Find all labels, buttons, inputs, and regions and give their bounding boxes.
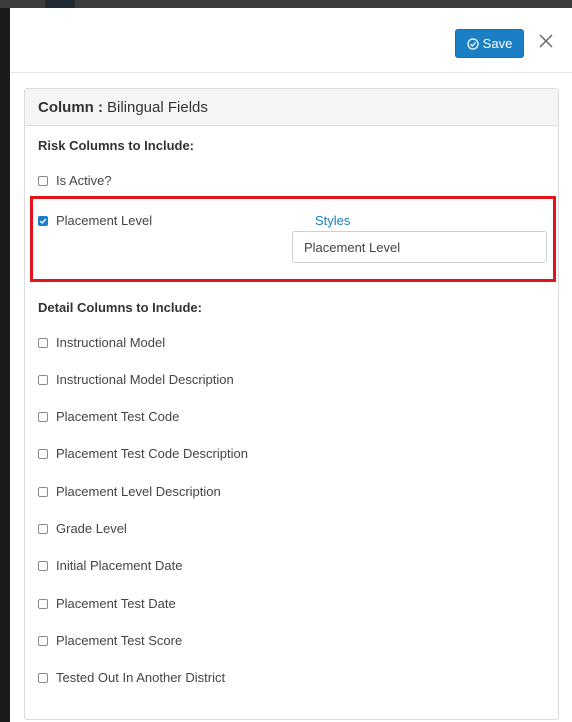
detail-column-item[interactable]: Placement Level Description [38, 484, 221, 499]
close-button[interactable] [535, 32, 557, 54]
check-circle-icon [467, 37, 479, 50]
style-label-input[interactable] [292, 231, 547, 263]
detail-column-item[interactable]: Placement Test Code Description [38, 446, 248, 461]
checkbox[interactable] [38, 337, 48, 348]
checkbox[interactable] [38, 598, 48, 609]
detail-column-item[interactable]: Instructional Model Description [38, 372, 234, 387]
column-card: Column : Bilingual Fields Risk Columns t… [24, 88, 559, 720]
risk-columns-heading: Risk Columns to Include: [38, 138, 195, 153]
detail-columns-heading: Detail Columns to Include: [38, 300, 202, 315]
checkbox[interactable] [38, 635, 48, 646]
checkbox-label: Instructional Model [56, 335, 166, 350]
detail-column-item[interactable]: Placement Test Date [38, 596, 176, 611]
detail-column-item[interactable]: Tested Out In Another District [38, 670, 225, 685]
checkbox-label: Placement Test Code [56, 409, 180, 424]
checkbox-label: Grade Level [56, 521, 127, 536]
close-icon [539, 33, 553, 53]
checkmark-icon [39, 217, 47, 224]
background-app-block [45, 0, 75, 8]
panel-header: Save [10, 8, 572, 73]
card-title-value: Bilingual Fields [107, 98, 208, 116]
column-settings-panel: Save Column : Bilingual Fields Risk Colu… [10, 8, 572, 722]
checkbox[interactable] [38, 374, 48, 385]
save-button-label: Save [482, 36, 513, 51]
background-app-strip [0, 0, 572, 8]
risk-column-placement-level[interactable]: Placement Level [38, 213, 152, 228]
checkbox-label: Placement Level [56, 213, 153, 228]
checkbox[interactable] [38, 411, 48, 422]
save-button[interactable]: Save [455, 29, 524, 58]
checkbox-label: Placement Test Score [56, 633, 183, 648]
detail-column-item[interactable]: Placement Test Code [38, 409, 179, 424]
detail-column-item[interactable]: Instructional Model [38, 335, 165, 350]
checkbox-label: Initial Placement Date [56, 558, 183, 573]
checkbox-label: Instructional Model Description [56, 372, 234, 387]
detail-column-item[interactable]: Initial Placement Date [38, 558, 182, 573]
checkbox[interactable] [38, 448, 48, 459]
checkbox[interactable] [38, 523, 48, 534]
checkbox-label: Placement Test Date [56, 596, 176, 611]
detail-column-item[interactable]: Placement Test Score [38, 633, 182, 648]
checkbox[interactable] [38, 672, 48, 683]
checkbox-label: Tested Out In Another District [56, 670, 226, 685]
card-title-prefix: Column : [38, 98, 103, 116]
risk-column-is-active[interactable]: Is Active? [38, 173, 112, 188]
checkbox-label: Placement Level Description [56, 484, 221, 499]
checkbox[interactable] [38, 486, 48, 497]
checkbox[interactable] [38, 560, 48, 571]
checkbox-label: Is Active? [56, 173, 112, 188]
card-title: Column : Bilingual Fields [25, 89, 558, 126]
checkbox[interactable] [38, 175, 48, 186]
styles-link[interactable]: Styles [315, 213, 350, 228]
checkbox-label: Placement Test Code Description [56, 446, 248, 461]
detail-column-item[interactable]: Grade Level [38, 521, 127, 536]
checkbox-checked[interactable] [38, 215, 48, 226]
background-app-edge [0, 8, 10, 722]
